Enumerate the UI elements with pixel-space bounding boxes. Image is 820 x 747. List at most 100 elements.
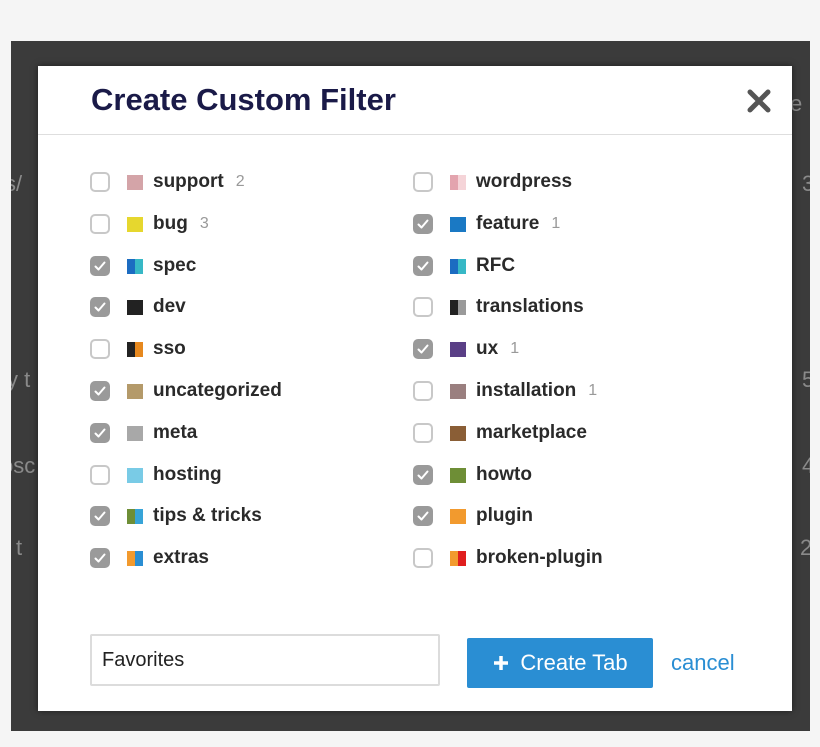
label-name: bug [153,213,188,234]
modal-title: Create Custom Filter [91,82,396,117]
label-name: plugin [476,505,533,526]
checkmark-icon [94,428,106,438]
label-color-swatch [450,299,466,315]
label-row[interactable]: translations [413,294,584,320]
checkmark-icon [94,261,106,271]
label-color-swatch [127,258,143,274]
label-checkbox[interactable] [413,423,433,443]
label-checkbox[interactable] [90,465,110,485]
label-checkbox[interactable] [90,506,110,526]
label-name: hosting [153,464,222,485]
label-checkbox[interactable] [413,339,433,359]
background-text: 3 [802,171,810,196]
label-row[interactable]: sso [90,336,186,362]
label-checkbox[interactable] [413,256,433,276]
label-checkbox[interactable] [90,423,110,443]
label-count: 2 [235,173,245,190]
label-checkbox[interactable] [90,548,110,568]
label-name: meta [153,422,198,443]
background-text: 4 [802,453,810,478]
label-name: ux [476,338,499,359]
label-row[interactable]: feature 1 [413,211,560,237]
label-name: dev [153,296,186,317]
cancel-link[interactable]: cancel [671,650,735,676]
checkmark-icon [94,386,106,396]
label-name: tips & tricks [153,505,262,526]
label-checkbox[interactable] [413,172,433,192]
label-checkbox[interactable] [413,465,433,485]
label-row[interactable]: broken-plugin [413,545,603,571]
checkmark-icon [417,511,429,521]
label-name: translations [476,296,584,317]
label-color-swatch [450,383,466,399]
label-name: extras [153,547,209,568]
label-row[interactable]: RFC [413,253,515,279]
label-row[interactable]: plugin [413,503,533,529]
label-color-swatch [127,550,143,566]
label-count: 1 [588,382,598,399]
label-count: 3 [199,215,209,232]
create-tab-label: Create Tab [520,650,628,675]
plus-icon [494,656,509,670]
label-color-swatch [127,341,143,357]
label-checkbox[interactable] [90,297,110,317]
label-checkbox[interactable] [413,506,433,526]
label-checkbox[interactable] [90,214,110,234]
label-name: RFC [476,255,516,276]
label-row[interactable]: spec [90,253,196,279]
label-checkbox[interactable] [413,214,433,234]
label-row[interactable]: uncategorized [90,378,282,404]
checkmark-icon [417,219,429,229]
checkmark-icon [94,511,106,521]
tab-name-input[interactable] [90,634,440,686]
label-name: installation [476,380,577,401]
label-color-swatch [450,341,466,357]
checkmark-icon [417,344,429,354]
label-row[interactable]: bug 3 [90,211,209,237]
label-name: sso [153,338,186,359]
label-checkbox[interactable] [413,381,433,401]
label-color-swatch [450,216,466,232]
label-color-swatch [450,174,466,190]
label-name: broken-plugin [476,547,603,568]
label-name: spec [153,255,197,276]
label-name: uncategorized [153,380,282,401]
checkmark-icon [94,302,106,312]
label-color-swatch [450,467,466,483]
label-color-swatch [127,383,143,399]
label-color-swatch [127,467,143,483]
background-text: osc [11,453,36,478]
label-color-swatch [450,508,466,524]
label-row[interactable]: tips & tricks [90,503,262,529]
label-checkbox[interactable] [90,172,110,192]
label-checkbox[interactable] [90,381,110,401]
label-row[interactable]: dev [90,294,186,320]
checkmark-icon [417,261,429,271]
label-row[interactable]: installation 1 [413,378,597,404]
label-color-swatch [450,258,466,274]
background-text: y t [11,367,31,392]
label-color-swatch [450,425,466,441]
background-text: s/ [11,171,23,196]
label-count: 1 [510,340,520,357]
label-checkbox[interactable] [413,548,433,568]
background-text: l t [11,535,23,560]
label-checkbox[interactable] [90,339,110,359]
label-color-swatch [450,550,466,566]
label-name: support [153,171,224,192]
close-button[interactable] [744,86,774,116]
create-tab-button[interactable]: Create Tab [467,638,653,688]
label-row[interactable]: meta [90,420,197,446]
label-row[interactable]: ux 1 [413,336,519,362]
close-x-icon [747,89,771,113]
label-count: 1 [551,215,561,232]
label-row[interactable]: wordpress [413,169,572,195]
label-row[interactable]: hosting [90,462,222,488]
label-row[interactable]: extras [90,545,209,571]
background-text: 2 [800,535,810,560]
label-row[interactable]: howto [413,462,532,488]
label-checkbox[interactable] [413,297,433,317]
label-checkbox[interactable] [90,256,110,276]
label-row[interactable]: support 2 [90,169,245,195]
label-row[interactable]: marketplace [413,420,587,446]
